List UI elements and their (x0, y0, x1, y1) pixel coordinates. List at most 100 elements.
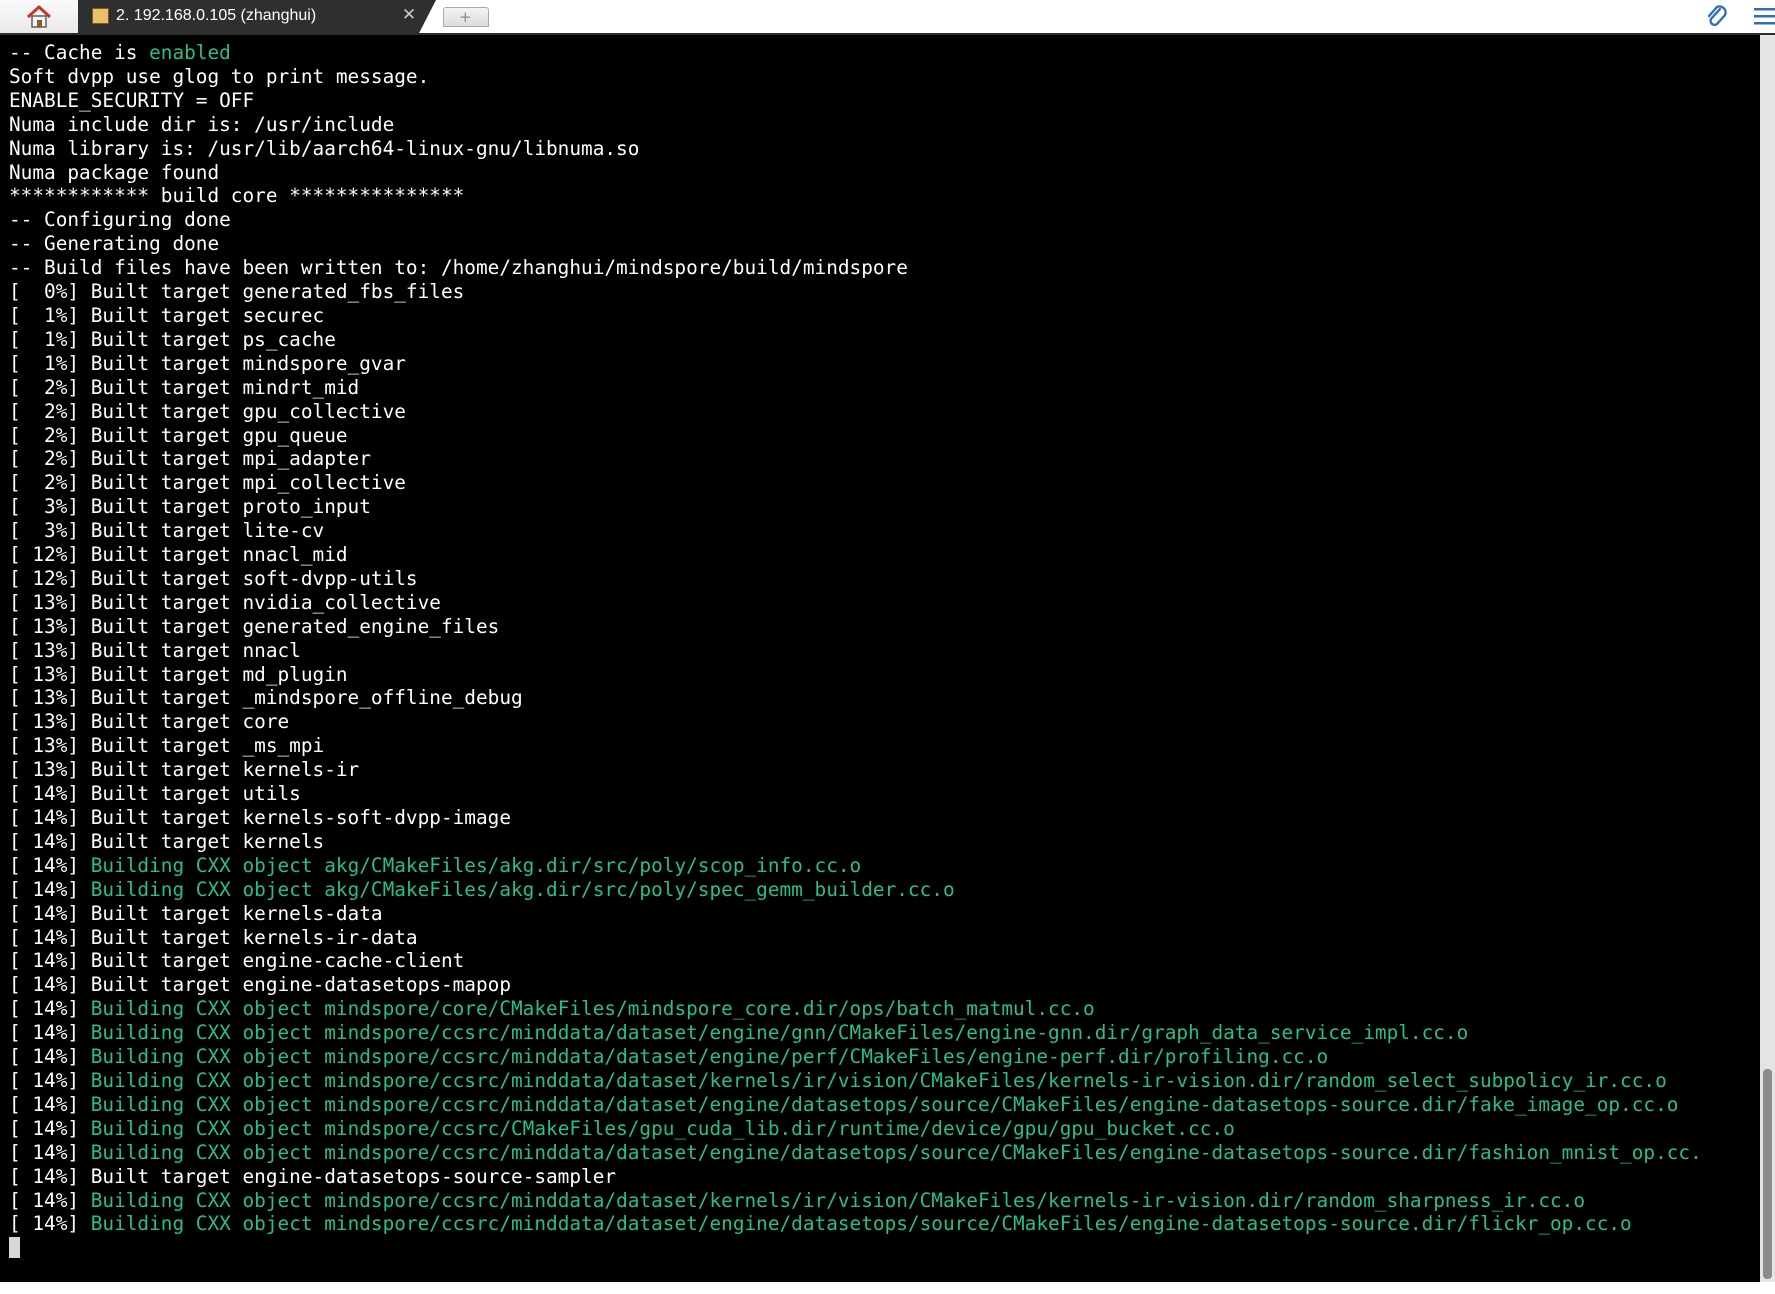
terminal-line: Numa library is: /usr/lib/aarch64-linux-… (9, 137, 1702, 161)
terminal-line: [ 14%] Built target engine-cache-client (9, 949, 1702, 973)
terminal-line-text: [ 2%] Built target mindrt_mid (9, 375, 360, 399)
terminal-line: [ 14%] Building CXX object mindspore/cor… (9, 997, 1702, 1021)
terminal-output[interactable]: -- Cache is enabled Soft dvpp use glog to… (0, 35, 1760, 1282)
terminal-line-text: [ 14%] Built target engine-datasetops-ma… (9, 973, 511, 997)
terminal-line: [ 14%] Built target utils (9, 782, 1702, 806)
terminal-line-text: [ 2%] Built target mpi_collective (9, 471, 406, 495)
terminal-line: [ 1%] Built target securec (9, 304, 1702, 328)
terminal-line-text: ************ build core *************** (9, 184, 465, 208)
terminal-line: [ 2%] Built target gpu_queue (9, 424, 1702, 448)
terminal-line: [ 14%] Built target kernels-soft-dvpp-im… (9, 806, 1702, 830)
terminal-line-text: [ 13%] Built target _mindspore_offline_d… (9, 686, 523, 710)
terminal-line-text: [ 14%] (9, 1140, 91, 1164)
terminal-line-highlight: Building CXX object mindspore/ccsrc/mind… (90, 1188, 1586, 1212)
new-tab-button[interactable]: + (443, 7, 489, 27)
terminal-line-text: [ 14%] Built target kernels (9, 829, 325, 853)
terminal-line-text: -- Cache is (9, 41, 150, 64)
home-icon (26, 5, 52, 28)
terminal-line-text: [ 12%] Built target soft-dvpp-utils (9, 566, 418, 590)
terminal-line: [ 14%] Building CXX object mindspore/ccs… (9, 1189, 1702, 1213)
terminal-line: [ 14%] Built target kernels-ir-data (9, 926, 1702, 950)
paperclip-icon[interactable] (1703, 2, 1729, 30)
terminal-line-text: Numa package found (9, 160, 220, 184)
terminal-line-text: [ 14%] Built target kernels-data (9, 901, 383, 925)
terminal-line: Numa include dir is: /usr/include (9, 113, 1702, 137)
terminal-line: -- Build files have been written to: /ho… (9, 256, 1702, 280)
terminal-line: [ 12%] Built target soft-dvpp-utils (9, 567, 1702, 591)
terminal-line: [ 13%] Built target nvidia_collective (9, 591, 1702, 615)
plus-icon: + (459, 8, 472, 26)
terminal-line-text: [ 2%] Built target mpi_adapter (9, 447, 371, 471)
terminal-line-text: [ 14%] (9, 997, 91, 1021)
terminal-line-text: [ 14%] (9, 877, 91, 901)
terminal-line: [ 3%] Built target lite-cv (9, 519, 1702, 543)
terminal-line: [ 14%] Building CXX object mindspore/ccs… (9, 1212, 1702, 1236)
terminal-line: [ 13%] Built target nnacl (9, 639, 1702, 663)
terminal-line: [ 14%] Building CXX object mindspore/ccs… (9, 1093, 1702, 1117)
terminal-line: [ 14%] Building CXX object mindspore/ccs… (9, 1117, 1702, 1141)
terminal-line-text: [ 14%] (9, 1188, 91, 1212)
terminal-line-text: [ 12%] Built target nnacl_mid (9, 543, 348, 567)
terminal-line-text: [ 14%] (9, 1068, 91, 1092)
terminal-line-text: [ 13%] Built target nvidia_collective (9, 590, 441, 614)
scrollbar-thumb[interactable] (1763, 1069, 1772, 1279)
terminal-line-highlight: Building CXX object akg/CMakeFiles/akg.d… (90, 877, 955, 901)
vertical-scrollbar[interactable] (1760, 35, 1775, 1282)
terminal-line: ENABLE_SECURITY = OFF (9, 89, 1702, 113)
terminal-line: [ 2%] Built target mpi_adapter (9, 447, 1702, 471)
terminal-line: [ 14%] Built target kernels (9, 830, 1702, 854)
terminal-line-highlight: enabled (149, 41, 231, 64)
terminal-line: -- Cache is enabled (9, 41, 1702, 65)
terminal-line: [ 2%] Built target mpi_collective (9, 471, 1702, 495)
terminal-line: Numa package found (9, 161, 1702, 185)
terminal-prompt-line (9, 1236, 1702, 1260)
terminal-line-text: [ 14%] Built target utils (9, 782, 301, 806)
terminal-line-text: [ 14%] Built target kernels-soft-dvpp-im… (9, 806, 511, 829)
terminal-app-window: 2. 192.168.0.105 (zhanghui) ✕ + -- Cache… (0, 0, 1775, 1294)
terminal-line-text: Numa library is: /usr/lib/aarch64-linux-… (9, 136, 640, 160)
terminal-line-text: -- Generating done (9, 232, 220, 256)
terminal-line: Soft dvpp use glog to print message. (9, 65, 1702, 89)
terminal-line-highlight: Building CXX object mindspore/ccsrc/mind… (90, 1140, 1702, 1164)
hamburger-menu-icon[interactable] (1748, 4, 1775, 30)
terminal-line-text: [ 14%] (9, 853, 91, 877)
terminal-line: [ 14%] Building CXX object mindspore/ccs… (9, 1069, 1702, 1093)
terminal-line-text: [ 13%] Built target kernels-ir (9, 758, 360, 782)
status-strip (0, 1282, 1775, 1294)
terminal-line-text: [ 2%] Built target gpu_collective (9, 399, 406, 423)
terminal-line-highlight: Building CXX object mindspore/ccsrc/mind… (90, 1068, 1667, 1092)
terminal-line: [ 2%] Built target gpu_collective (9, 400, 1702, 424)
terminal-line-text: [ 13%] Built target nnacl (9, 638, 301, 662)
terminal-line-text: [ 14%] Built target engine-datasetops-so… (9, 1164, 617, 1188)
terminal-line-text: [ 14%] (9, 1092, 91, 1116)
terminal-line-highlight: Building CXX object mindspore/ccsrc/mind… (90, 1045, 1329, 1069)
terminal-line: [ 13%] Built target _mindspore_offline_d… (9, 686, 1702, 710)
home-button[interactable] (0, 0, 79, 33)
close-tab-icon[interactable]: ✕ (400, 6, 418, 24)
terminal-line: [ 3%] Built target proto_input (9, 495, 1702, 519)
terminal-line: [ 13%] Built target kernels-ir (9, 758, 1702, 782)
terminal-line-text: [ 0%] Built target generated_fbs_files (9, 280, 465, 304)
terminal-line: [ 14%] Building CXX object akg/CMakeFile… (9, 854, 1702, 878)
terminal-line-highlight: Building CXX object mindspore/ccsrc/mind… (90, 1092, 1679, 1116)
tab-session[interactable]: 2. 192.168.0.105 (zhanghui) ✕ (78, 0, 436, 35)
terminal-line-text: [ 1%] Built target mindspore_gvar (9, 351, 406, 375)
terminal-line: [ 1%] Built target ps_cache (9, 328, 1702, 352)
terminal-line-highlight: Building CXX object akg/CMakeFiles/akg.d… (90, 853, 862, 877)
terminal-line: -- Generating done (9, 232, 1702, 256)
terminal-line: [ 13%] Built target generated_engine_fil… (9, 615, 1702, 639)
terminal-line-text: [ 13%] Built target _ms_mpi (9, 734, 325, 758)
terminal-line: [ 2%] Built target mindrt_mid (9, 376, 1702, 400)
terminal-line: [ 14%] Building CXX object mindspore/ccs… (9, 1141, 1702, 1165)
terminal-line-text: [ 13%] Built target generated_engine_fil… (9, 614, 500, 638)
terminal-cursor (9, 1237, 20, 1259)
terminal-line-highlight: Building CXX object mindspore/ccsrc/CMak… (90, 1116, 1235, 1140)
terminal-lines: -- Cache is enabled Soft dvpp use glog to… (9, 41, 1702, 1260)
terminal-line-text: [ 13%] Built target md_plugin (9, 662, 348, 686)
terminal-line-text: -- Build files have been written to: /ho… (9, 256, 908, 280)
terminal-line: [ 14%] Built target kernels-data (9, 902, 1702, 926)
terminal-line: [ 13%] Built target core (9, 710, 1702, 734)
terminal-line-highlight: Building CXX object mindspore/ccsrc/mind… (90, 1021, 1469, 1045)
terminal-line-text: [ 14%] Built target kernels-ir-data (9, 925, 418, 949)
terminal-line: [ 1%] Built target mindspore_gvar (9, 352, 1702, 376)
